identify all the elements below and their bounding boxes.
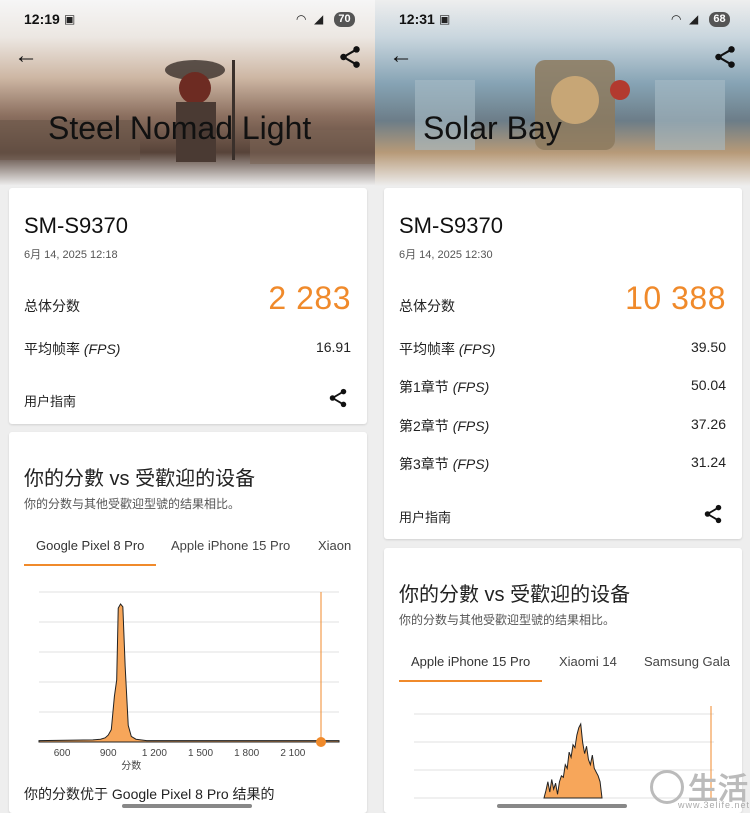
battery-indicator: 68 [709,12,730,27]
x-tick-label: 1 500 [188,748,213,759]
total-score-label: 总体分数 [24,298,80,314]
comparison-title: 你的分數 vs 受歡迎的设备 [24,468,256,490]
screen-solar-bay: 12:31 ▣ ◠ ◢ 68 ← Solar Bay SM-S9370 6月 1… [375,0,750,813]
total-score-value: 2 283 [268,280,351,316]
x-axis-label: 分数 [121,759,141,772]
comparison-subtitle: 你的分数与其他受歡迎型號的结果相比。 [399,613,616,627]
share-icon[interactable] [712,44,738,70]
avg-fps-label: 平均帧率 (FPS) [399,341,496,357]
section-2-fps-value: 37.26 [690,416,726,432]
battery-indicator: 70 [334,12,355,27]
comparison-result-text: 你的分数优于 Google Pixel 8 Pro 结果的 [24,786,275,802]
screen-steel-nomad-light: 12:19 ▣ ◠ ◢ 70 ← Steel Nomad Light SM-S9… [0,0,375,813]
section-1-fps-value: 50.04 [690,377,726,393]
device-name: SM-S9370 [24,213,128,238]
x-tick-label: 1 200 [142,748,167,759]
section-1-fps-label: 第1章节 (FPS) [399,379,490,395]
user-guide-link[interactable]: 用户指南 [24,391,76,410]
x-tick-label: 600 [54,748,71,759]
home-indicator[interactable] [497,804,627,808]
score-card: SM-S9370 6月 14, 2025 12:30 总体分数 10 388 平… [384,188,742,539]
device-name: SM-S9370 [399,213,503,238]
back-button[interactable]: ← [389,44,417,70]
status-time: 12:31 [399,11,435,27]
back-button[interactable]: ← [14,44,42,70]
comparison-title: 你的分數 vs 受歡迎的设备 [399,584,631,606]
test-date: 6月 14, 2025 12:18 [24,249,118,261]
device-tabs: Google Pixel 8 Pro Apple iPhone 15 Pro X… [24,530,367,566]
hero-banner: 12:19 ▣ ◠ ◢ 70 ← Steel Nomad Light [0,0,375,186]
distribution-area [38,603,340,743]
section-3-fps-label: 第3章节 (FPS) [399,456,490,472]
x-tick-label: 2 100 [280,748,305,759]
wifi-icon: ◠ [671,12,682,26]
tab-device-2[interactable]: Apple iPhone 15 Pro [159,530,302,566]
tab-device-1[interactable]: Google Pixel 8 Pro [24,530,157,566]
share-icon[interactable] [702,503,724,525]
comparison-card: 你的分數 vs 受歡迎的设备 你的分数与其他受歡迎型號的结果相比。 Google… [9,432,367,813]
status-time: 12:19 [24,11,60,27]
tab-device-1[interactable]: Apple iPhone 15 Pro [399,646,543,682]
signal-icon: ◢ [314,12,324,26]
x-tick-label: 1 800 [234,748,259,759]
watermark-logo-icon [650,770,684,804]
total-score-label: 总体分数 [399,298,455,314]
status-bar: 12:19 ▣ ◠ ◢ 70 [0,0,375,38]
wifi-icon: ◠ [296,12,307,26]
avg-fps-label: 平均帧率 (FPS) [24,341,121,357]
benchmark-title: Solar Bay [423,110,562,146]
screen-capture-icon: ▣ [64,12,76,26]
tab-device-3[interactable]: Xiaon [306,530,363,566]
test-date: 6月 14, 2025 12:30 [399,249,493,261]
device-tabs: Apple iPhone 15 Pro Xiaomi 14 Samsung Ga… [399,646,742,682]
total-score-value: 10 388 [625,280,726,316]
your-score-marker [316,737,326,747]
avg-fps-value: 39.50 [690,339,726,355]
watermark-url: www.3elife.net [678,800,750,810]
tab-device-3[interactable]: Samsung Gala [632,646,742,682]
share-icon[interactable] [327,387,349,409]
signal-icon: ◢ [689,12,699,26]
share-icon[interactable] [337,44,363,70]
avg-fps-value: 16.91 [315,339,351,355]
tab-device-2[interactable]: Xiaomi 14 [547,646,629,682]
user-guide-link[interactable]: 用户指南 [399,507,451,526]
x-tick-label: 900 [100,748,117,759]
home-indicator[interactable] [122,804,252,808]
section-2-fps-label: 第2章节 (FPS) [399,418,490,434]
score-distribution-chart: 600 900 1 200 1 500 1 800 2 100 分数 [38,591,340,772]
section-3-fps-value: 31.24 [690,454,726,470]
distribution-area [543,722,603,799]
screen-capture-icon: ▣ [439,12,451,26]
hero-banner: 12:31 ▣ ◠ ◢ 68 ← Solar Bay [375,0,750,186]
score-card: SM-S9370 6月 14, 2025 12:18 总体分数 2 283 平均… [9,188,367,424]
benchmark-title: Steel Nomad Light [48,110,312,146]
status-bar: 12:31 ▣ ◠ ◢ 68 [375,0,750,38]
comparison-subtitle: 你的分数与其他受歡迎型號的结果相比。 [24,497,241,511]
site-watermark: 生活 www.3elife.net [648,764,750,812]
